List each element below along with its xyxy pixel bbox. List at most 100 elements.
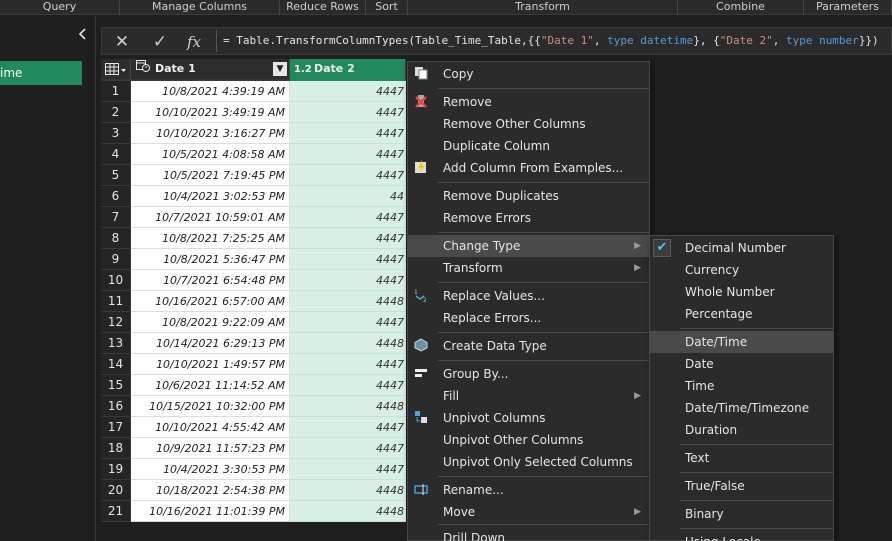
- table-cell-date1[interactable]: 10/10/2021 3:16:27 PM: [131, 123, 290, 144]
- row-number: 21: [101, 501, 131, 522]
- menu-item-create-data-type[interactable]: Create Data Type: [408, 335, 649, 357]
- menu-item-replace-values[interactable]: 1 2 Replace Values...: [408, 285, 649, 307]
- column-header-date1[interactable]: Date 1 ▼: [131, 59, 290, 81]
- table-cell-date1[interactable]: 10/8/2021 4:39:19 AM: [131, 81, 290, 102]
- menu-item-label: Remove Other Columns: [443, 117, 586, 131]
- menu-item-unpivot-only-selected-columns[interactable]: Unpivot Only Selected Columns: [408, 451, 649, 473]
- table-cell-date1[interactable]: 10/7/2021 6:54:48 PM: [131, 270, 290, 291]
- row-number: 10: [101, 270, 131, 291]
- checkmark-icon: ✔: [653, 239, 671, 257]
- menu-item-duplicate-column[interactable]: Duplicate Column: [408, 135, 649, 157]
- table-cell-date1[interactable]: 10/16/2021 6:57:00 AM: [131, 291, 290, 312]
- menu-item-label: Drill Down: [443, 531, 505, 541]
- menu-item-change-type[interactable]: Change Type ▶: [408, 235, 649, 257]
- table-cell-date2[interactable]: 4447: [290, 375, 406, 396]
- type-option-whole-number[interactable]: Whole Number: [650, 281, 833, 303]
- menu-item-add-column-from-examples[interactable]: Add Column From Examples...: [408, 157, 649, 179]
- menu-item-remove-errors[interactable]: Remove Errors: [408, 207, 649, 229]
- table-cell-date1[interactable]: 10/15/2021 10:32:00 PM: [131, 396, 290, 417]
- chevron-down-icon[interactable]: ▼: [273, 62, 287, 76]
- table-cell-date1[interactable]: 10/16/2021 11:01:39 PM: [131, 501, 290, 522]
- cancel-formula-icon[interactable]: ✕: [107, 30, 137, 54]
- type-option-date-time[interactable]: Date/Time: [650, 331, 833, 353]
- table-cell-date2[interactable]: 4447: [290, 438, 406, 459]
- menu-separator: [438, 332, 649, 333]
- row-number: 15: [101, 375, 131, 396]
- table-cell-date1[interactable]: 10/10/2021 4:55:42 AM: [131, 417, 290, 438]
- table-cell-date2[interactable]: 4447: [290, 228, 406, 249]
- menu-item-remove-duplicates[interactable]: Remove Duplicates: [408, 185, 649, 207]
- type-option-date[interactable]: Date: [650, 353, 833, 375]
- table-cell-date2[interactable]: 4447: [290, 312, 406, 333]
- table-cell-date1[interactable]: 10/8/2021 9:22:09 AM: [131, 312, 290, 333]
- menu-item-remove-other-columns[interactable]: Remove Other Columns: [408, 113, 649, 135]
- type-option-binary[interactable]: Binary: [650, 503, 833, 525]
- menu-item-unpivot-columns[interactable]: Unpivot Columns: [408, 407, 649, 429]
- table-cell-date1[interactable]: 10/6/2021 11:14:52 AM: [131, 375, 290, 396]
- table-menu-icon[interactable]: [101, 59, 131, 81]
- table-cell-date1[interactable]: 10/5/2021 4:08:58 AM: [131, 144, 290, 165]
- table-cell-date2[interactable]: 4448: [290, 396, 406, 417]
- table-cell-date2[interactable]: 4447: [290, 123, 406, 144]
- row-number: 19: [101, 459, 131, 480]
- menu-item-transform[interactable]: Transform ▶: [408, 257, 649, 279]
- table-cell-date2[interactable]: 4448: [290, 333, 406, 354]
- table-cell-date1[interactable]: 10/8/2021 5:36:47 PM: [131, 249, 290, 270]
- menu-item-rename[interactable]: Rename...: [408, 479, 649, 501]
- table-cell-date2[interactable]: 4447: [290, 270, 406, 291]
- table-cell-date1[interactable]: 10/10/2021 1:49:57 PM: [131, 354, 290, 375]
- fx-icon[interactable]: fx: [179, 30, 209, 54]
- query-item-selected[interactable]: ime: [0, 61, 82, 85]
- table-cell-date1[interactable]: 10/8/2021 7:25:25 AM: [131, 228, 290, 249]
- table-cell-date2[interactable]: 4447: [290, 249, 406, 270]
- type-option-percentage[interactable]: Percentage: [650, 303, 833, 325]
- column-header-date2[interactable]: 1.2 Date 2: [290, 59, 406, 81]
- type-option-time[interactable]: Time: [650, 375, 833, 397]
- type-option-text[interactable]: Text: [650, 447, 833, 469]
- table-cell-date2[interactable]: 4447: [290, 207, 406, 228]
- table-cell-date2[interactable]: 4447: [290, 417, 406, 438]
- table-cell-date1[interactable]: 10/9/2021 11:57:23 PM: [131, 438, 290, 459]
- menu-item-group-by[interactable]: Group By...: [408, 363, 649, 385]
- menu-item-label: Remove: [443, 95, 492, 109]
- table-cell-date1[interactable]: 10/18/2021 2:54:38 PM: [131, 480, 290, 501]
- table-cell-date2[interactable]: 4447: [290, 81, 406, 102]
- type-option-duration[interactable]: Duration: [650, 419, 833, 441]
- table-cell-date2[interactable]: 4448: [290, 501, 406, 522]
- type-option-decimal-number[interactable]: ✔ Decimal Number: [650, 237, 833, 259]
- table-cell-date2[interactable]: 44: [290, 186, 406, 207]
- table-cell-date2[interactable]: 4447: [290, 165, 406, 186]
- type-option-using-locale[interactable]: Using Locale...: [650, 531, 833, 541]
- formula-comma-1: ,: [593, 34, 608, 47]
- table-cell-date2[interactable]: 4448: [290, 291, 406, 312]
- menu-item-move[interactable]: Move ▶: [408, 501, 649, 523]
- decimal-type-icon[interactable]: 1.2: [294, 60, 312, 79]
- column-context-menu: Copy Remove Remove Other Columns Duplicate …: [407, 61, 650, 541]
- menu-item-drill-down[interactable]: Drill Down: [408, 527, 649, 541]
- chevron-left-icon[interactable]: [78, 28, 88, 44]
- commit-formula-icon[interactable]: ✓: [145, 30, 175, 54]
- menu-item-copy[interactable]: Copy: [408, 63, 649, 85]
- menu-item-fill[interactable]: Fill ▶: [408, 385, 649, 407]
- type-option-currency[interactable]: Currency: [650, 259, 833, 281]
- datetime-type-icon[interactable]: [135, 59, 151, 79]
- table-cell-date2[interactable]: 4448: [290, 480, 406, 501]
- menu-item-replace-errors[interactable]: Replace Errors...: [408, 307, 649, 329]
- menu-item-remove[interactable]: Remove: [408, 91, 649, 113]
- type-option-date-time-timezone[interactable]: Date/Time/Timezone: [650, 397, 833, 419]
- table-cell-date1[interactable]: 10/4/2021 3:02:53 PM: [131, 186, 290, 207]
- type-option-true-false[interactable]: True/False: [650, 475, 833, 497]
- table-cell-date1[interactable]: 10/14/2021 6:29:13 PM: [131, 333, 290, 354]
- table-cell-date2[interactable]: 4447: [290, 102, 406, 123]
- formula-input[interactable]: = Table.TransformColumnTypes(Table_Time_…: [223, 28, 879, 54]
- row-number: 11: [101, 291, 131, 312]
- formula-string-2: "Date 2": [719, 34, 773, 47]
- menu-item-unpivot-other-columns[interactable]: Unpivot Other Columns: [408, 429, 649, 451]
- table-cell-date1[interactable]: 10/4/2021 3:30:53 PM: [131, 459, 290, 480]
- table-cell-date1[interactable]: 10/5/2021 7:19:45 PM: [131, 165, 290, 186]
- table-cell-date1[interactable]: 10/7/2021 10:59:01 AM: [131, 207, 290, 228]
- table-cell-date1[interactable]: 10/10/2021 3:49:19 AM: [131, 102, 290, 123]
- table-cell-date2[interactable]: 4447: [290, 459, 406, 480]
- table-cell-date2[interactable]: 4447: [290, 354, 406, 375]
- table-cell-date2[interactable]: 4447: [290, 144, 406, 165]
